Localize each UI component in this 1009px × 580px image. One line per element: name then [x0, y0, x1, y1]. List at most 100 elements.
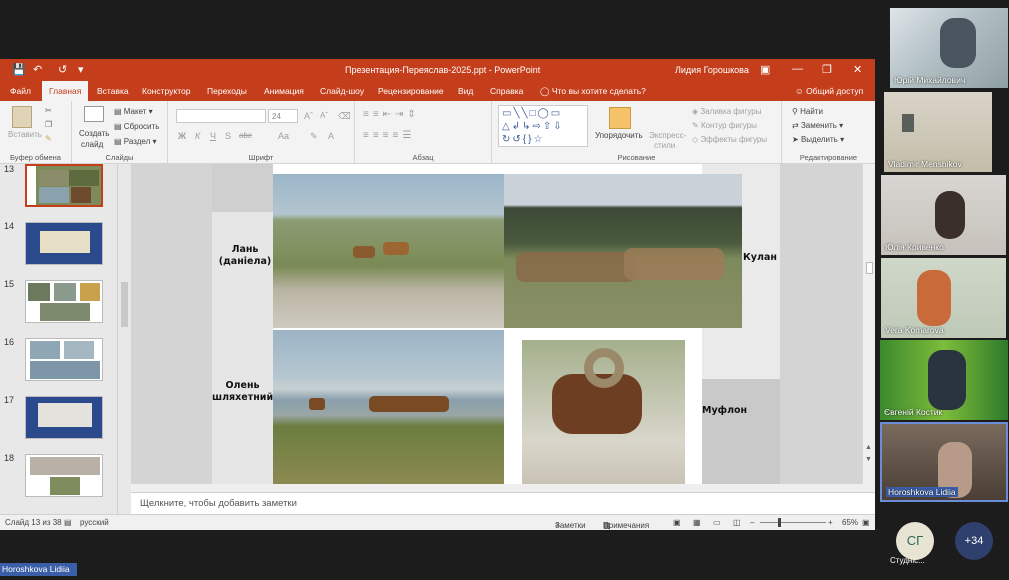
reading-view-icon[interactable]: ▭	[713, 518, 721, 527]
slide-thumbnail-13[interactable]	[25, 164, 103, 207]
redo-icon[interactable]: ↺	[58, 63, 67, 76]
align-icons[interactable]: ≡≡≡≡☰	[363, 130, 415, 141]
zoom-level[interactable]: 65%	[842, 518, 858, 527]
font-name-input[interactable]	[176, 109, 266, 123]
strike-button[interactable]: abc	[239, 131, 252, 140]
arrange-button[interactable]: Упорядочить	[595, 131, 643, 140]
quick-styles-label-1[interactable]: Экспресс-	[649, 131, 686, 140]
participant-tile-active[interactable]: Horoshkova Lidiia	[880, 422, 1008, 502]
participant-tile[interactable]: Євгеній Костик	[880, 340, 1008, 420]
spellcheck-icon[interactable]: ▤	[64, 518, 72, 527]
copy-icon[interactable]: ❐	[45, 120, 52, 129]
tab-slideshow[interactable]: Слайд-шоу	[320, 86, 364, 96]
scroll-down-icon[interactable]: ▼	[865, 456, 872, 463]
normal-view-icon[interactable]: ▣	[673, 518, 681, 527]
zoom-out-icon[interactable]: –	[750, 518, 754, 527]
tab-help[interactable]: Справка	[490, 86, 523, 96]
group-paragraph: ≡≡⇤⇥⇕ ≡≡≡≡☰ Абзац	[355, 101, 492, 164]
participant-tile[interactable]: Vladimir Menshikov	[884, 92, 992, 172]
paste-button[interactable]: Вставить	[8, 130, 42, 139]
zoom-in-icon[interactable]: +	[828, 518, 833, 527]
slide-scrollbar[interactable]: ▲ ▼	[862, 164, 875, 491]
layout-button[interactable]: ▤ Макет ▾	[114, 107, 153, 116]
zoom-slider-thumb[interactable]	[778, 518, 781, 527]
slideshow-icon[interactable]: ◫	[733, 518, 741, 527]
scroll-thumb[interactable]	[866, 262, 873, 274]
more-participants-button[interactable]: +34	[955, 522, 993, 560]
new-slide-icon[interactable]	[84, 106, 104, 122]
slide-thumbnail-18[interactable]	[25, 454, 103, 497]
slide-thumbnail-14[interactable]	[25, 222, 103, 265]
save-icon[interactable]: 💾	[12, 63, 26, 76]
bold-button[interactable]: Ж	[178, 131, 186, 141]
tab-design[interactable]: Конструктор	[142, 86, 190, 96]
layout-label: Макет	[123, 107, 147, 116]
shape-effects-button[interactable]: ◇ Эффекты фигуры	[692, 135, 767, 144]
clear-format-icon[interactable]: ⌫	[338, 111, 351, 122]
tab-view[interactable]: Вид	[458, 86, 473, 96]
participant-avatar[interactable]: СГ	[896, 522, 934, 560]
slide-thumbnail-panel[interactable]: 13 14 15 16 17 18	[0, 164, 117, 514]
slide-sorter-icon[interactable]: ▦	[693, 518, 701, 527]
font-size-input[interactable]: 24	[268, 109, 298, 123]
tab-insert[interactable]: Вставка	[97, 86, 129, 96]
slide[interactable]: Лань (даніела) Кулан Олень шляхетний Муф…	[212, 164, 780, 491]
italic-button[interactable]: К	[195, 131, 200, 141]
tab-review[interactable]: Рецензирование	[378, 86, 444, 96]
reset-button[interactable]: ▤ Сбросить	[114, 122, 159, 131]
share-button[interactable]: ☺ Общий доступ	[795, 86, 863, 96]
arrange-icon[interactable]	[609, 107, 631, 129]
tab-home[interactable]: Главная	[42, 81, 89, 101]
participant-tile[interactable]: Юрій Михайлович	[890, 8, 1008, 88]
grow-font-icon[interactable]: Aˆ	[304, 111, 313, 121]
shape-fill-button[interactable]: ◈ Заливка фигуры	[692, 107, 761, 116]
notes-pane[interactable]: Щелкните, чтобы добавить заметки	[131, 492, 875, 514]
minimize-icon[interactable]: —	[792, 63, 803, 75]
slide-counter: Слайд 13 из 38	[5, 518, 62, 527]
format-painter-icon[interactable]: ✎	[45, 134, 52, 143]
replace-button[interactable]: ⇄ Заменить ▾	[792, 121, 843, 130]
scroll-up-icon[interactable]: ▲	[865, 444, 872, 451]
slide-thumbnail-17[interactable]	[25, 396, 103, 439]
tab-file[interactable]: Файл	[10, 86, 31, 96]
horizontal-scrollbar[interactable]	[131, 484, 875, 492]
close-icon[interactable]: ✕	[853, 63, 862, 76]
section-button[interactable]: ▤ Раздел ▾	[114, 137, 157, 146]
slide-thumbnail-15[interactable]	[25, 280, 103, 323]
tab-transitions[interactable]: Переходы	[207, 86, 247, 96]
person-icon: ☺	[795, 86, 804, 96]
shadow-button[interactable]: S	[225, 131, 231, 141]
language-indicator[interactable]: русский	[80, 518, 109, 527]
participant-tile[interactable]: Vera Komarova	[881, 258, 1006, 338]
participant-tile[interactable]: Юлія Кривенко	[881, 175, 1006, 255]
underline-button[interactable]: Ч	[210, 131, 216, 141]
change-case-button[interactable]: Aa	[278, 131, 289, 141]
ribbon-options-icon[interactable]: ▣	[760, 63, 770, 76]
customize-qat-icon[interactable]: ▾	[78, 63, 84, 76]
list-icons[interactable]: ≡≡⇤⇥⇕	[363, 109, 420, 120]
find-button[interactable]: ⚲ Найти	[792, 107, 823, 116]
new-slide-label-1[interactable]: Создать	[79, 129, 109, 138]
user-name[interactable]: Лидия Горошкова	[675, 65, 749, 75]
tell-me-search[interactable]: ◯ Что вы хотите сделать?	[540, 86, 646, 97]
quick-styles-label-2[interactable]: стили	[654, 141, 675, 150]
undo-icon[interactable]: ↶	[33, 63, 42, 76]
scroll-thumb[interactable]	[121, 282, 128, 327]
thumbnail-image	[30, 457, 100, 475]
cut-icon[interactable]: ✂	[45, 106, 52, 115]
fit-slide-icon[interactable]: ▣	[862, 518, 870, 527]
slide-thumbnail-16[interactable]	[25, 338, 103, 381]
highlight-icon[interactable]: ✎	[310, 131, 318, 142]
tab-animations[interactable]: Анимация	[264, 86, 304, 96]
new-slide-label-2[interactable]: слайд	[81, 140, 103, 149]
shapes-gallery[interactable]: ▭╲╲□◯▭ △↲↳⇨⇧⇩ ↻↺{}☆	[498, 105, 588, 147]
shrink-font-icon[interactable]: Aˇ	[320, 111, 328, 120]
paste-icon[interactable]	[12, 106, 32, 128]
select-button[interactable]: ➤ Выделить ▾	[792, 135, 844, 144]
thumbnail-scrollbar[interactable]	[117, 164, 131, 514]
search-icon: ⚲	[792, 107, 798, 116]
font-color-icon[interactable]: A	[328, 131, 334, 141]
zoom-slider[interactable]	[760, 522, 826, 523]
restore-icon[interactable]: ❐	[822, 63, 832, 76]
shape-outline-button[interactable]: ✎ Контур фигуры	[692, 121, 757, 130]
